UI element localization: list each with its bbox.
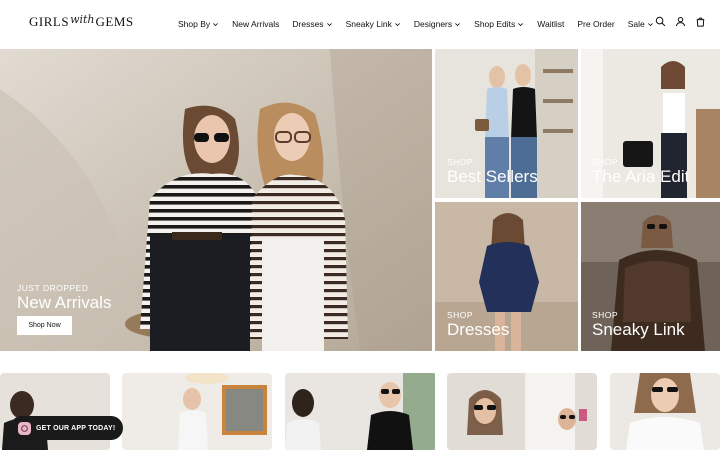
tile-title: The Aria Edit bbox=[592, 167, 690, 186]
tile-overline: SHOP bbox=[447, 157, 474, 167]
site-header: GIRLS with GEMS Shop By New Arrivals Dre… bbox=[0, 0, 720, 48]
chevron-down-icon bbox=[213, 22, 219, 26]
gem-icon bbox=[21, 424, 28, 432]
tile-overline: SHOP bbox=[447, 310, 474, 320]
product-photo bbox=[122, 373, 272, 450]
main-nav: Shop By New Arrivals Dresses Sneaky Link… bbox=[178, 16, 654, 32]
tile-aria-edit[interactable]: SHOP The Aria Edit bbox=[581, 49, 720, 198]
logo-part-2: GEMS bbox=[95, 14, 134, 29]
nav-item-sneaky-link[interactable]: Sneaky Link bbox=[346, 19, 401, 29]
nav-label: Shop By bbox=[178, 19, 211, 29]
chevron-down-icon bbox=[395, 22, 400, 26]
product-card[interactable] bbox=[447, 373, 597, 450]
hero-title: New Arrivals bbox=[17, 293, 112, 312]
nav-label: Dresses bbox=[292, 19, 324, 29]
product-card[interactable] bbox=[122, 373, 272, 450]
tile-title: Best Sellers bbox=[447, 167, 538, 186]
tile-title: Sneaky Link bbox=[592, 320, 685, 339]
hero-banner[interactable]: JUST DROPPED New Arrivals Shop Now bbox=[0, 49, 432, 351]
logo-script: with bbox=[70, 13, 95, 26]
tile-overline: SHOP bbox=[592, 310, 619, 320]
nav-item-waitlist[interactable]: Waitlist bbox=[537, 19, 564, 29]
account-icon[interactable] bbox=[675, 16, 686, 27]
cart-icon[interactable] bbox=[695, 16, 706, 27]
nav-item-shop-edits[interactable]: Shop Edits bbox=[474, 19, 524, 29]
tile-dresses[interactable]: SHOP Dresses bbox=[435, 202, 578, 351]
nav-item-pre-order[interactable]: Pre Order bbox=[577, 19, 614, 29]
nav-label: Pre Order bbox=[577, 19, 615, 29]
product-card[interactable] bbox=[610, 373, 720, 450]
nav-label: New Arrivals bbox=[232, 19, 280, 29]
brand-logo[interactable]: GIRLS with GEMS bbox=[29, 13, 134, 34]
search-icon[interactable] bbox=[655, 16, 666, 27]
logo-part-1: GIRLS bbox=[29, 14, 70, 29]
nav-label: Waitlist bbox=[537, 19, 565, 29]
nav-label: Sale bbox=[627, 19, 645, 29]
tile-best-sellers[interactable]: SHOP Best Sellers bbox=[435, 49, 578, 198]
chevron-down-icon bbox=[518, 22, 524, 26]
nav-item-new-arrivals[interactable]: New Arrivals bbox=[232, 19, 279, 29]
hero-overline: JUST DROPPED bbox=[17, 283, 89, 293]
tile-overline: SHOP bbox=[592, 157, 619, 167]
app-logo-icon bbox=[18, 421, 31, 435]
product-photo bbox=[610, 373, 720, 450]
product-photo bbox=[285, 373, 435, 450]
nav-item-dresses[interactable]: Dresses bbox=[292, 19, 332, 29]
header-icons bbox=[655, 16, 706, 27]
nav-item-sale[interactable]: Sale bbox=[628, 19, 654, 29]
nav-item-shop-by[interactable]: Shop By bbox=[178, 19, 219, 29]
nav-label: Sneaky Link bbox=[345, 19, 392, 29]
chevron-down-icon bbox=[326, 22, 332, 26]
get-app-label: GET OUR APP TODAY! bbox=[36, 424, 116, 432]
nav-label: Shop Edits bbox=[474, 19, 516, 29]
tile-title: Dresses bbox=[447, 320, 510, 339]
chevron-down-icon bbox=[647, 22, 653, 26]
shop-now-button[interactable]: Shop Now bbox=[17, 316, 72, 335]
product-photo bbox=[447, 373, 597, 450]
tile-sneaky-link[interactable]: SHOP Sneaky Link bbox=[581, 202, 720, 351]
nav-item-designers[interactable]: Designers bbox=[414, 19, 461, 29]
chevron-down-icon bbox=[455, 22, 461, 26]
get-app-button[interactable]: GET OUR APP TODAY! bbox=[10, 416, 123, 440]
product-card[interactable] bbox=[285, 373, 435, 450]
nav-label: Designers bbox=[413, 19, 453, 29]
